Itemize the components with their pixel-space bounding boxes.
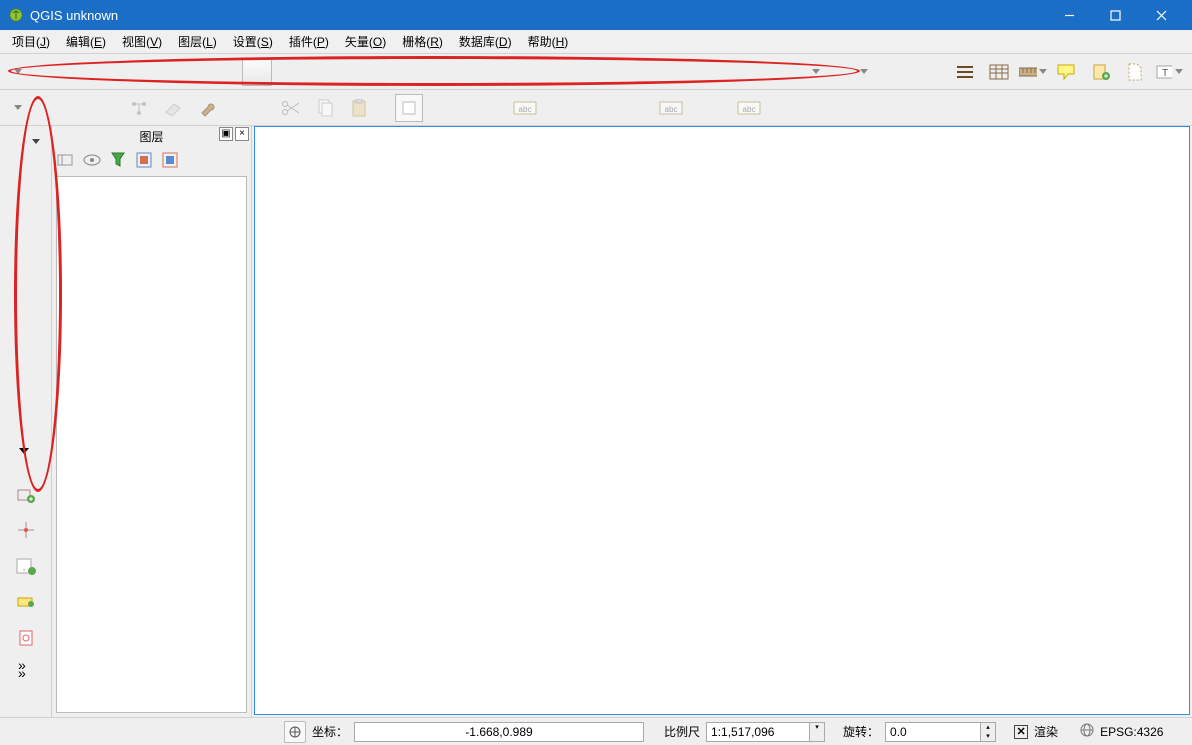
layer-expand-icon[interactable] (134, 150, 154, 170)
toolbar2-dropdown[interactable] (10, 94, 26, 122)
scale-label: 比例尺 (664, 723, 700, 740)
panel-dock-button[interactable]: ▣ (219, 127, 233, 141)
main-body: , »» 图层 ▣ × (0, 126, 1192, 717)
layers-panel-toolbar (52, 146, 251, 174)
layer-filter-icon[interactable] (108, 150, 128, 170)
qgis-app-icon (8, 7, 24, 23)
leftbar-dropdown[interactable] (29, 134, 43, 148)
menu-raster[interactable]: 栅格(R) (394, 30, 451, 53)
window-controls (1046, 0, 1184, 30)
wrench-icon[interactable] (193, 94, 221, 122)
svg-text:abc: abc (519, 105, 532, 114)
status-bar: 坐标： 比例尺 ▾ 旋转： ▴▾ ✕ 渲染 EPSG:4326 (0, 717, 1192, 745)
list-icon[interactable] (951, 58, 979, 86)
copy-icon[interactable] (311, 94, 339, 122)
rotate-input[interactable] (885, 722, 981, 742)
svg-text:,: , (22, 562, 25, 572)
layers-panel-title: 图层 (139, 128, 163, 145)
add-delimited-text-icon[interactable]: , (14, 554, 38, 578)
epsg-label[interactable]: EPSG:4326 (1100, 725, 1163, 739)
maximize-button[interactable] (1092, 0, 1138, 30)
menu-help[interactable]: 帮助(H) (520, 30, 577, 53)
scale-input[interactable] (706, 722, 810, 742)
attributes-icon[interactable] (985, 58, 1013, 86)
selected-rect-icon[interactable] (395, 94, 423, 122)
minimize-button[interactable] (1046, 0, 1092, 30)
rotate-spin-buttons[interactable]: ▴▾ (980, 722, 996, 742)
crs-globe-icon[interactable] (1080, 723, 1094, 740)
menu-plugins[interactable]: 插件(P) (281, 30, 337, 53)
measure-icon[interactable] (1019, 58, 1047, 86)
toolbar-row-1: T (0, 54, 1192, 90)
add-layer-generic-icon[interactable] (14, 482, 38, 506)
eraser-icon[interactable] (159, 94, 187, 122)
svg-text:abc: abc (743, 105, 756, 114)
scissors-icon[interactable] (277, 94, 305, 122)
leftbar-chevron-down-icon[interactable] (19, 448, 29, 454)
rotate-label: 旋转： (843, 723, 879, 740)
toolbar1-dropdown-1[interactable] (10, 58, 26, 86)
render-checkbox[interactable]: ✕ (1014, 725, 1028, 739)
toolbar1-dropdown-2[interactable] (808, 58, 824, 86)
left-vertical-toolbar: , »» (0, 126, 52, 717)
add-point-layer-icon[interactable] (14, 518, 38, 542)
close-button[interactable] (1138, 0, 1184, 30)
menu-database[interactable]: 数据库(D) (451, 30, 520, 53)
svg-text:abc: abc (665, 105, 678, 114)
menu-bar: 项目(J) 编辑(E) 视图(V) 图层(L) 设置(S) 插件(P) 矢量(O… (0, 30, 1192, 54)
label-abc-icon-1[interactable]: abc (511, 94, 539, 122)
new-file-icon[interactable] (1121, 58, 1149, 86)
menu-settings[interactable]: 设置(S) (225, 30, 281, 53)
layer-collapse-icon[interactable] (160, 150, 180, 170)
layer-add-group-icon[interactable] (56, 150, 76, 170)
layer-visibility-icon[interactable] (82, 150, 102, 170)
menu-vector[interactable]: 矢量(O) (337, 30, 394, 53)
label-abc-icon-3[interactable]: abc (735, 94, 763, 122)
window-title: QGIS unknown (30, 8, 1046, 23)
toolbar-row-2: abc abc abc (0, 90, 1192, 126)
menu-layer[interactable]: 图层(L) (170, 30, 225, 53)
menu-view[interactable]: 视图(V) (114, 30, 170, 53)
menu-project[interactable]: 项目(J) (4, 30, 58, 53)
layers-tree[interactable] (56, 176, 247, 713)
layers-panel: 图层 ▣ × (52, 126, 252, 717)
layers-panel-header: 图层 ▣ × (52, 126, 251, 146)
tip-icon[interactable] (1053, 58, 1081, 86)
map-canvas[interactable] (254, 126, 1190, 715)
db-layer-icon[interactable] (14, 590, 38, 614)
toolbar1-dropdown-3[interactable] (856, 58, 872, 86)
coord-input[interactable] (354, 722, 644, 742)
window-titlebar: QGIS unknown (0, 0, 1192, 30)
expand-more-icon[interactable]: »» (18, 661, 26, 677)
toggle-extents-button[interactable] (284, 721, 306, 743)
paste-icon[interactable] (345, 94, 373, 122)
bookmark-add-icon[interactable] (1087, 58, 1115, 86)
virtual-layer-icon[interactable] (14, 626, 38, 650)
menu-edit[interactable]: 编辑(E) (58, 30, 114, 53)
coord-label: 坐标： (312, 723, 348, 740)
nodes-icon[interactable] (125, 94, 153, 122)
svg-text:T: T (1162, 68, 1168, 79)
text-annotation-icon[interactable]: T (1155, 58, 1183, 86)
scale-dropdown-button[interactable]: ▾ (809, 722, 825, 742)
toolbar1-empty-button[interactable] (242, 58, 272, 86)
panel-close-button[interactable]: × (235, 127, 249, 141)
label-abc-icon-2[interactable]: abc (657, 94, 685, 122)
render-label: 渲染 (1034, 723, 1058, 740)
